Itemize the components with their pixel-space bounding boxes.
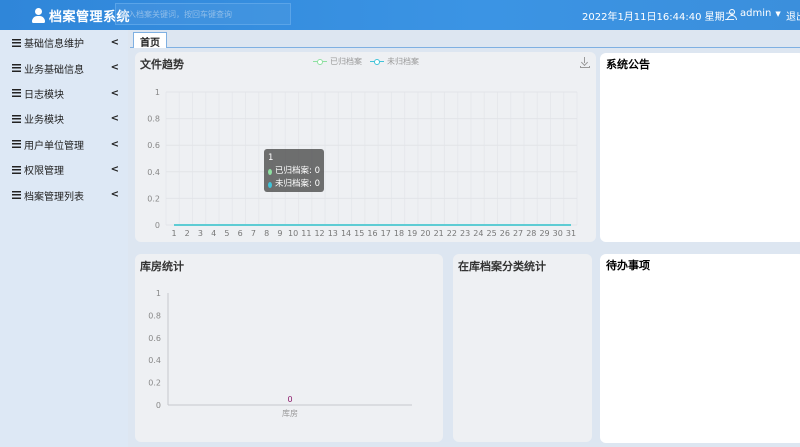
tooltip-row: 已归档案: 0 [268, 165, 320, 178]
sidebar-item-label: 基础信息维护 [24, 39, 84, 51]
file-trend-panel: 文件趋势 已归档案 未归档案 [135, 52, 596, 242]
sidebar-item-business[interactable]: 业务模块 < [0, 106, 128, 131]
legend-archived[interactable]: 已归档案 [313, 56, 362, 67]
download-icon[interactable] [580, 57, 590, 68]
chart-tooltip: 1 已归档案: 0 未归档案: 0 [264, 149, 324, 192]
sidebar-item-business-basic[interactable]: 业务基础信息 < [0, 55, 128, 80]
sidebar: 基础信息维护 < 业务基础信息 < 日志模块 < 业务模块 < 用户单位管理 <… [0, 30, 128, 447]
panel-title: 文件趋势 [140, 58, 184, 71]
sidebar-item-user-units[interactable]: 用户单位管理 < [0, 132, 128, 157]
sidebar-item-basic-info[interactable]: 基础信息维护 < [0, 30, 128, 55]
sidebar-item-archive-list[interactable]: 档案管理列表 < [0, 182, 128, 207]
sidebar-item-logs[interactable]: 日志模块 < [0, 81, 128, 106]
legend-label: 已归档案 [330, 57, 362, 66]
person-icon [726, 8, 737, 20]
list-icon [12, 64, 21, 73]
list-icon [12, 114, 21, 123]
top-header: 档案管理系统 2022年1月11日16:44:40 星期二 admin ▼ 退出 [0, 0, 800, 30]
logout-link[interactable]: 退出 [786, 8, 800, 23]
list-icon [12, 140, 21, 149]
panel-title: 待办事项 [606, 259, 650, 272]
legend-line-icon [370, 58, 384, 66]
tooltip-header: 1 [268, 153, 274, 163]
chevron-left-icon: < [110, 113, 119, 125]
category-stats-panel: 在库档案分类统计 [453, 254, 592, 442]
todo-panel: 待办事项 [600, 254, 800, 443]
tooltip-row: 未归档案: 0 [268, 178, 320, 191]
list-icon [12, 89, 21, 98]
sidebar-item-permissions[interactable]: 权限管理 < [0, 157, 128, 182]
warehouse-stats-panel: 库房统计 [135, 254, 443, 442]
green-dot-icon [268, 168, 273, 175]
search-input[interactable] [115, 3, 291, 25]
panel-title: 库房统计 [140, 260, 184, 273]
tooltip-row-label: 已归档案: 0 [275, 166, 320, 176]
chevron-left-icon: < [110, 138, 119, 150]
chevron-left-icon: < [110, 189, 119, 201]
caret-down-icon: ▼ [775, 9, 781, 18]
username: admin [740, 8, 772, 19]
legend-unarchived[interactable]: 未归档案 [370, 56, 419, 67]
user-menu[interactable]: admin ▼ [726, 8, 781, 20]
current-datetime: 2022年1月11日16:44:40 星期二 [582, 12, 735, 23]
user-group-icon [30, 7, 46, 24]
panel-title: 系统公告 [606, 58, 650, 71]
legend-label: 未归档案 [387, 57, 419, 66]
list-icon [12, 191, 21, 200]
chevron-left-icon: < [110, 62, 119, 74]
list-icon [12, 38, 21, 47]
sidebar-item-label: 档案管理列表 [24, 191, 84, 203]
legend-line-icon [313, 58, 327, 66]
sidebar-item-label: 业务基础信息 [24, 64, 84, 76]
system-notice-panel: 系统公告 [600, 53, 800, 242]
list-icon [12, 165, 21, 174]
sidebar-item-label: 用户单位管理 [24, 140, 84, 152]
chevron-left-icon: < [110, 37, 119, 48]
tab-home[interactable]: 首页 [133, 32, 167, 49]
chevron-left-icon: < [110, 87, 119, 99]
panel-title: 在库档案分类统计 [458, 260, 546, 273]
sidebar-item-label: 业务模块 [24, 115, 64, 127]
tooltip-row-label: 未归档案: 0 [275, 179, 320, 189]
sidebar-item-label: 权限管理 [24, 166, 64, 178]
chevron-left-icon: < [110, 163, 119, 175]
tab-bar: 首页 [130, 30, 800, 49]
sidebar-item-label: 日志模块 [24, 89, 64, 101]
cyan-dot-icon [268, 181, 273, 188]
